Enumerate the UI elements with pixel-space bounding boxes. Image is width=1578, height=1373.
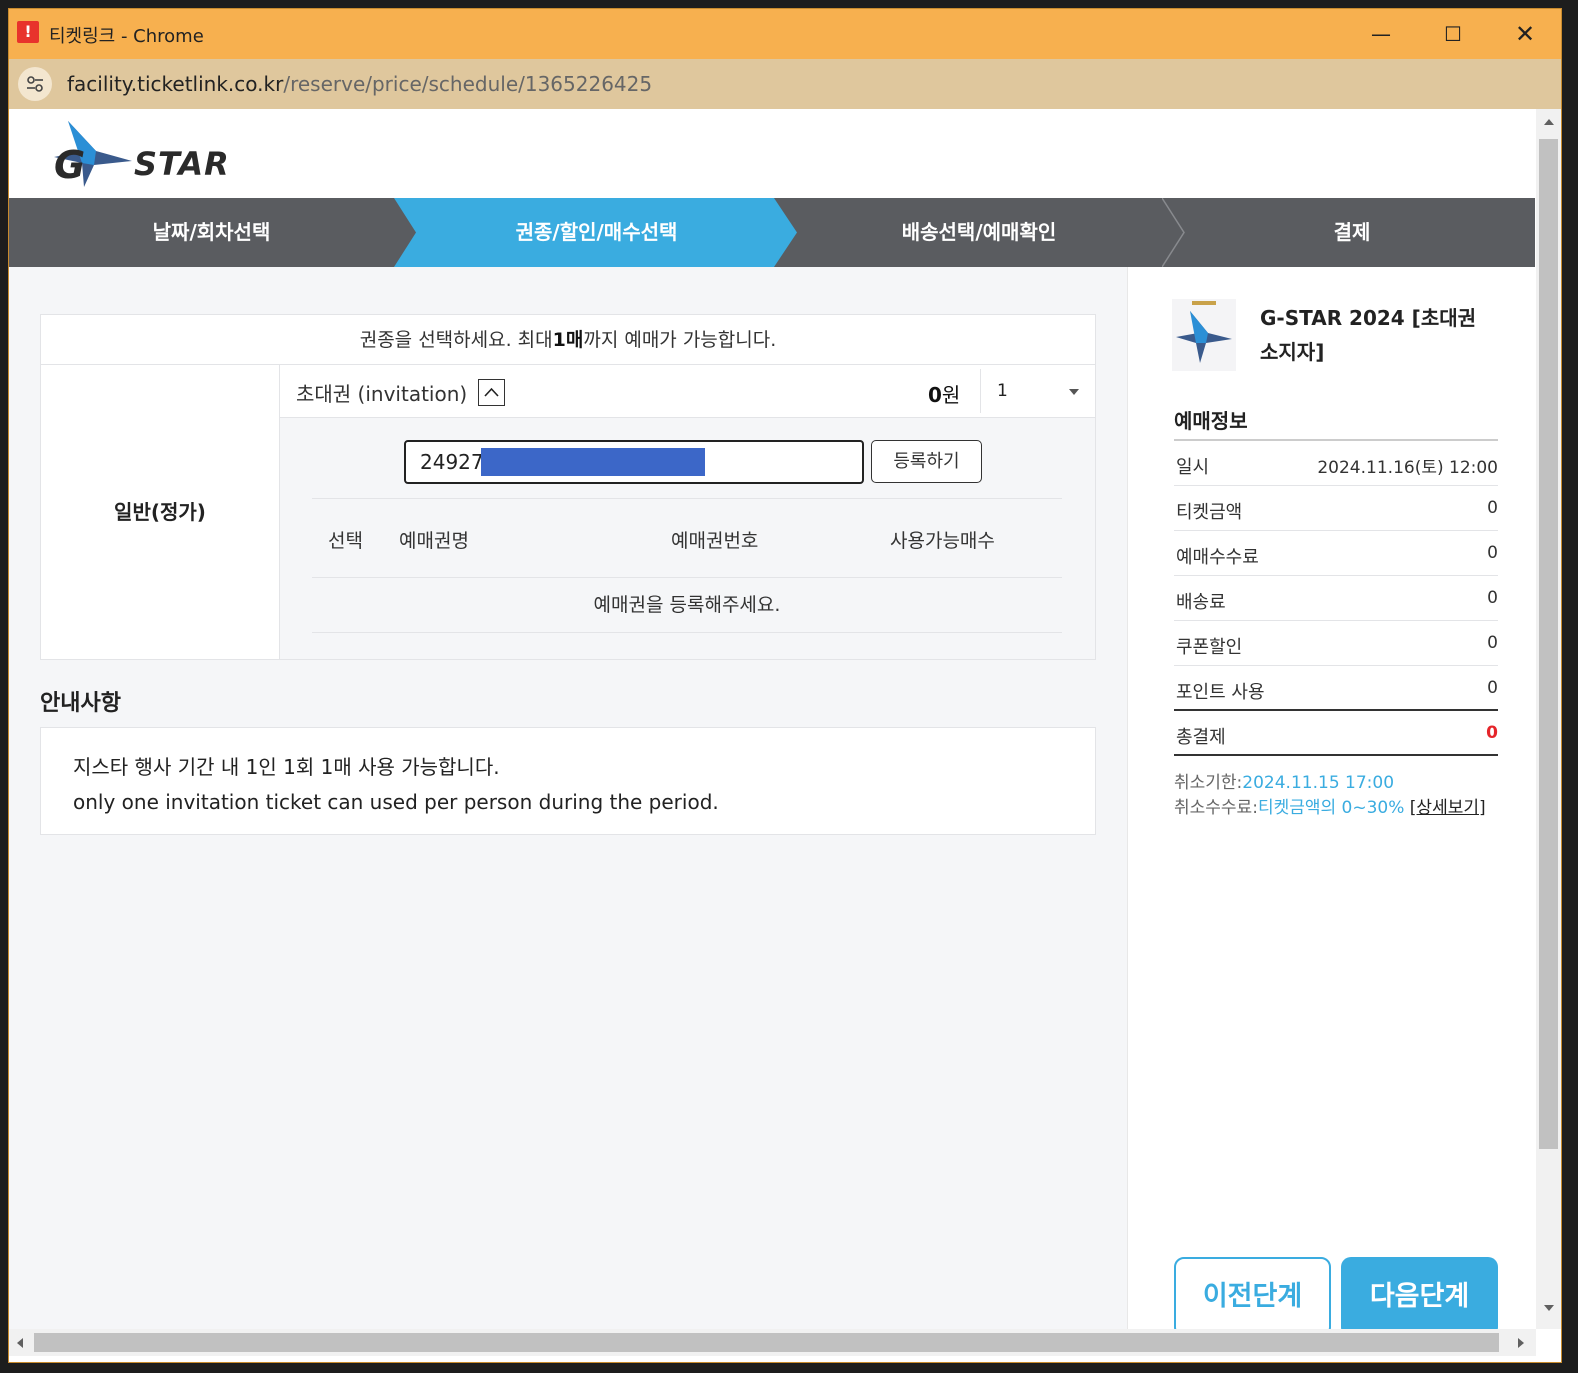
caret-down-icon (1069, 389, 1079, 395)
vertical-scroll-thumb[interactable] (1539, 139, 1558, 1149)
scroll-down-icon[interactable] (1544, 1305, 1554, 1311)
info-row-total: 총결제 0 (1174, 711, 1498, 756)
title-bar: ! 티켓링크 - Chrome — ☐ ✕ (9, 9, 1561, 59)
info-row-datetime: 일시 2024.11.16(토) 12:00 (1174, 441, 1498, 486)
gstar-logo[interactable]: G STAR (54, 121, 234, 191)
info-row-delivery-fee: 배송료 0 (1174, 576, 1498, 621)
coupon-area: 24927 등록하기 선택 예매권명 예매권번호 사용가능매수 예매권을 등록해… (280, 418, 1095, 659)
info-key: 배송료 (1176, 592, 1226, 613)
cancel-fee: 취소수수료:티켓금액의 0~30% [상세보기] (1174, 796, 1486, 821)
next-step-button[interactable]: 다음단계 (1341, 1257, 1498, 1329)
info-key: 예매수수료 (1176, 547, 1259, 568)
url-text[interactable]: facility.ticketlink.co.kr/reserve/price/… (67, 72, 652, 96)
info-key: 티켓금액 (1176, 502, 1243, 523)
browser-window: ! 티켓링크 - Chrome — ☐ ✕ facility.ticketlin… (8, 8, 1562, 1363)
price-amount-unit: 원 (941, 383, 961, 407)
cancel-fee-label: 취소수수료: (1174, 798, 1258, 818)
notice-line-2: only one invitation ticket can used per … (73, 790, 719, 814)
price-row: 초대권 (invitation) 0원 1 (280, 365, 1095, 418)
address-bar: facility.ticketlink.co.kr/reserve/price/… (9, 59, 1561, 109)
step-price-select[interactable]: 권종/할인/매수선택 (404, 198, 789, 267)
step-payment[interactable]: 결제 (1169, 198, 1535, 267)
ticketlink-icon: ! (17, 21, 39, 43)
logo-text: STAR (134, 145, 230, 183)
header-text-after: 까지 예매가 가능합니다. (583, 329, 777, 351)
step-nav: 날짜/회차선택 권종/할인/매수선택 배송선택/예매확인 결제 (9, 198, 1535, 267)
coupon-input-value: 24927 (420, 450, 484, 474)
horizontal-scrollbar[interactable] (9, 1329, 1536, 1356)
vertical-scrollbar[interactable] (1536, 109, 1561, 1329)
info-row-booking-fee: 예매수수료 0 (1174, 531, 1498, 576)
quantity-select[interactable]: 1 (980, 369, 1093, 413)
info-value: 0 (1487, 543, 1498, 563)
coupon-number-input[interactable]: 24927 (404, 440, 864, 484)
step-delivery-confirm[interactable]: 배송선택/예매확인 (789, 198, 1169, 267)
scroll-right-icon[interactable] (1518, 1338, 1524, 1348)
collapse-button[interactable] (478, 379, 505, 406)
ticket-type-box: 권종을 선택하세요. 최대1매까지 예매가 가능합니다. 일반(정가) 초대권 … (40, 314, 1096, 660)
price-amount: 0원 (928, 379, 960, 408)
cancel-info: 취소기한:2024.11.15 17:00 취소수수료:티켓금액의 0~30% … (1174, 771, 1486, 821)
total-value: 0 (1486, 723, 1498, 743)
horizontal-scroll-thumb[interactable] (34, 1333, 1499, 1352)
col-available-count: 사용가능매수 (890, 530, 995, 552)
close-button[interactable]: ✕ (1499, 15, 1551, 53)
cancel-deadline-label: 취소기한: (1174, 773, 1243, 793)
redaction-block (481, 448, 705, 476)
notice-title: 안내사항 (40, 691, 121, 716)
chevron-up-icon (484, 387, 499, 397)
maximize-button[interactable]: ☐ (1427, 15, 1479, 53)
info-key: 포인트 사용 (1176, 682, 1265, 703)
booking-summary: G-STAR 2024 [초대권 소지자] 예매정보 일시 2024.11.16(… (1127, 267, 1535, 1329)
info-row-points: 포인트 사용 0 (1174, 666, 1498, 711)
info-value: 0 (1487, 498, 1498, 518)
cancel-deadline: 취소기한:2024.11.15 17:00 (1174, 771, 1486, 796)
detail-link[interactable]: [상세보기] (1410, 798, 1486, 818)
col-coupon-name: 예매권명 (399, 530, 469, 552)
site-info-icon[interactable] (18, 67, 52, 101)
event-title: G-STAR 2024 [초대권 소지자] (1260, 306, 1477, 364)
coupon-empty-message: 예매권을 등록해주세요. (312, 578, 1062, 633)
info-key: 일시 (1176, 457, 1210, 478)
scroll-left-icon[interactable] (17, 1338, 23, 1348)
window-title: 티켓링크 - Chrome (49, 26, 204, 47)
info-row-ticket-price: 티켓금액 0 (1174, 486, 1498, 531)
scroll-up-icon[interactable] (1544, 119, 1554, 125)
url-path: /reserve/price/schedule/1365226425 (283, 72, 653, 96)
info-value: 0 (1487, 678, 1498, 698)
ticket-selection-area: 권종을 선택하세요. 최대1매까지 예매가 가능합니다. 일반(정가) 초대권 … (9, 267, 1127, 1329)
info-value: 0 (1487, 633, 1498, 653)
booking-info-table: 일시 2024.11.16(토) 12:00 티켓금액 0 예매수수료 0 배송료 0 … (1174, 439, 1498, 756)
info-key: 쿠폰할인 (1176, 637, 1243, 658)
price-name: 초대권 (invitation) (296, 382, 468, 406)
info-value: 2024.11.16(토) 12:00 (1317, 458, 1498, 478)
header-text-before: 권종을 선택하세요. 최대 (359, 329, 553, 351)
event-poster-icon (1172, 299, 1236, 371)
col-coupon-number: 예매권번호 (671, 530, 759, 552)
logo-letter: G (54, 143, 86, 187)
quantity-value: 1 (997, 381, 1008, 401)
previous-step-button[interactable]: 이전단계 (1174, 1257, 1331, 1329)
cancel-fee-value: 티켓금액의 0~30% (1257, 798, 1405, 818)
step-date-select[interactable]: 날짜/회차선택 (19, 198, 404, 267)
col-select: 선택 (328, 530, 363, 552)
price-amount-value: 0 (928, 383, 942, 407)
notice-box: 지스타 행사 기간 내 1인 1회 1매 사용 가능합니다. only one … (40, 727, 1096, 835)
register-button[interactable]: 등록하기 (871, 440, 982, 483)
header-text-bold: 1매 (552, 329, 584, 351)
info-row-coupon-discount: 쿠폰할인 0 (1174, 621, 1498, 666)
booking-info-title: 예매정보 (1174, 409, 1248, 433)
info-key: 총결제 (1176, 727, 1226, 748)
coupon-table-header: 선택 예매권명 예매권번호 사용가능매수 (312, 498, 1062, 578)
minimize-button[interactable]: — (1355, 15, 1407, 53)
notice-line-1: 지스타 행사 기간 내 1인 1회 1매 사용 가능합니다. (73, 755, 500, 779)
ticket-header: 권종을 선택하세요. 최대1매까지 예매가 가능합니다. (41, 315, 1095, 365)
url-host: facility.ticketlink.co.kr (67, 72, 284, 96)
cancel-deadline-value: 2024.11.15 17:00 (1242, 773, 1395, 793)
page-content: G STAR 날짜/회차선택 권종/할인/매수선택 배송선택/예매확인 결제 권… (9, 109, 1535, 1329)
info-value: 0 (1487, 588, 1498, 608)
ticket-type-label: 일반(정가) (41, 365, 280, 659)
